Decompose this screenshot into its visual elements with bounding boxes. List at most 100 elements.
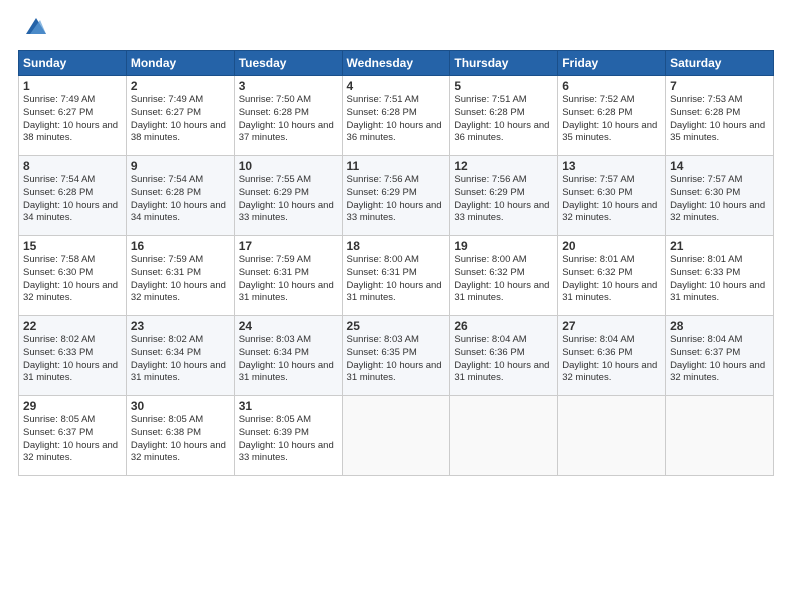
day-number: 17 xyxy=(239,239,338,253)
calendar-cell: 8Sunrise: 7:54 AMSunset: 6:28 PMDaylight… xyxy=(19,156,127,236)
day-number: 8 xyxy=(23,159,122,173)
calendar-header-row: SundayMondayTuesdayWednesdayThursdayFrid… xyxy=(19,51,774,76)
calendar-cell xyxy=(342,396,450,476)
day-info: Sunrise: 7:50 AMSunset: 6:28 PMDaylight:… xyxy=(239,94,338,145)
col-header-wednesday: Wednesday xyxy=(342,51,450,76)
day-info: Sunrise: 8:04 AMSunset: 6:37 PMDaylight:… xyxy=(670,334,769,385)
col-header-sunday: Sunday xyxy=(19,51,127,76)
calendar-cell: 21Sunrise: 8:01 AMSunset: 6:33 PMDayligh… xyxy=(666,236,774,316)
calendar-cell: 24Sunrise: 8:03 AMSunset: 6:34 PMDayligh… xyxy=(234,316,342,396)
calendar-cell: 2Sunrise: 7:49 AMSunset: 6:27 PMDaylight… xyxy=(126,76,234,156)
day-info: Sunrise: 8:05 AMSunset: 6:39 PMDaylight:… xyxy=(239,414,338,465)
col-header-thursday: Thursday xyxy=(450,51,558,76)
day-info: Sunrise: 7:53 AMSunset: 6:28 PMDaylight:… xyxy=(670,94,769,145)
day-number: 2 xyxy=(131,79,230,93)
day-number: 6 xyxy=(562,79,661,93)
day-info: Sunrise: 8:03 AMSunset: 6:34 PMDaylight:… xyxy=(239,334,338,385)
logo xyxy=(18,18,50,42)
day-info: Sunrise: 7:55 AMSunset: 6:29 PMDaylight:… xyxy=(239,174,338,225)
calendar-cell: 14Sunrise: 7:57 AMSunset: 6:30 PMDayligh… xyxy=(666,156,774,236)
calendar-cell: 23Sunrise: 8:02 AMSunset: 6:34 PMDayligh… xyxy=(126,316,234,396)
calendar-cell: 5Sunrise: 7:51 AMSunset: 6:28 PMDaylight… xyxy=(450,76,558,156)
calendar-cell xyxy=(558,396,666,476)
day-number: 19 xyxy=(454,239,553,253)
day-number: 13 xyxy=(562,159,661,173)
calendar-cell: 27Sunrise: 8:04 AMSunset: 6:36 PMDayligh… xyxy=(558,316,666,396)
page-container: SundayMondayTuesdayWednesdayThursdayFrid… xyxy=(0,0,792,612)
calendar-week-3: 15Sunrise: 7:58 AMSunset: 6:30 PMDayligh… xyxy=(19,236,774,316)
day-number: 23 xyxy=(131,319,230,333)
calendar-cell: 7Sunrise: 7:53 AMSunset: 6:28 PMDaylight… xyxy=(666,76,774,156)
day-info: Sunrise: 8:02 AMSunset: 6:33 PMDaylight:… xyxy=(23,334,122,385)
day-info: Sunrise: 7:49 AMSunset: 6:27 PMDaylight:… xyxy=(23,94,122,145)
calendar-cell: 20Sunrise: 8:01 AMSunset: 6:32 PMDayligh… xyxy=(558,236,666,316)
calendar-cell: 9Sunrise: 7:54 AMSunset: 6:28 PMDaylight… xyxy=(126,156,234,236)
day-number: 5 xyxy=(454,79,553,93)
day-info: Sunrise: 7:58 AMSunset: 6:30 PMDaylight:… xyxy=(23,254,122,305)
calendar-cell: 6Sunrise: 7:52 AMSunset: 6:28 PMDaylight… xyxy=(558,76,666,156)
day-number: 30 xyxy=(131,399,230,413)
col-header-tuesday: Tuesday xyxy=(234,51,342,76)
day-info: Sunrise: 7:54 AMSunset: 6:28 PMDaylight:… xyxy=(23,174,122,225)
day-number: 10 xyxy=(239,159,338,173)
day-info: Sunrise: 7:56 AMSunset: 6:29 PMDaylight:… xyxy=(347,174,446,225)
day-number: 18 xyxy=(347,239,446,253)
calendar-cell xyxy=(666,396,774,476)
day-info: Sunrise: 8:00 AMSunset: 6:32 PMDaylight:… xyxy=(454,254,553,305)
header xyxy=(18,18,774,42)
day-number: 1 xyxy=(23,79,122,93)
calendar-cell: 30Sunrise: 8:05 AMSunset: 6:38 PMDayligh… xyxy=(126,396,234,476)
day-number: 12 xyxy=(454,159,553,173)
day-info: Sunrise: 8:00 AMSunset: 6:31 PMDaylight:… xyxy=(347,254,446,305)
col-header-monday: Monday xyxy=(126,51,234,76)
day-number: 20 xyxy=(562,239,661,253)
calendar-cell: 22Sunrise: 8:02 AMSunset: 6:33 PMDayligh… xyxy=(19,316,127,396)
day-number: 9 xyxy=(131,159,230,173)
day-number: 15 xyxy=(23,239,122,253)
day-info: Sunrise: 7:59 AMSunset: 6:31 PMDaylight:… xyxy=(131,254,230,305)
day-number: 28 xyxy=(670,319,769,333)
calendar-cell: 13Sunrise: 7:57 AMSunset: 6:30 PMDayligh… xyxy=(558,156,666,236)
calendar-week-1: 1Sunrise: 7:49 AMSunset: 6:27 PMDaylight… xyxy=(19,76,774,156)
day-number: 7 xyxy=(670,79,769,93)
day-number: 29 xyxy=(23,399,122,413)
day-number: 3 xyxy=(239,79,338,93)
calendar-cell: 17Sunrise: 7:59 AMSunset: 6:31 PMDayligh… xyxy=(234,236,342,316)
col-header-friday: Friday xyxy=(558,51,666,76)
day-info: Sunrise: 7:52 AMSunset: 6:28 PMDaylight:… xyxy=(562,94,661,145)
day-info: Sunrise: 7:57 AMSunset: 6:30 PMDaylight:… xyxy=(562,174,661,225)
day-info: Sunrise: 8:01 AMSunset: 6:33 PMDaylight:… xyxy=(670,254,769,305)
calendar-cell xyxy=(450,396,558,476)
day-info: Sunrise: 8:05 AMSunset: 6:37 PMDaylight:… xyxy=(23,414,122,465)
calendar-cell: 16Sunrise: 7:59 AMSunset: 6:31 PMDayligh… xyxy=(126,236,234,316)
calendar-cell: 11Sunrise: 7:56 AMSunset: 6:29 PMDayligh… xyxy=(342,156,450,236)
col-header-saturday: Saturday xyxy=(666,51,774,76)
calendar-cell: 28Sunrise: 8:04 AMSunset: 6:37 PMDayligh… xyxy=(666,316,774,396)
day-number: 4 xyxy=(347,79,446,93)
day-info: Sunrise: 7:57 AMSunset: 6:30 PMDaylight:… xyxy=(670,174,769,225)
day-number: 25 xyxy=(347,319,446,333)
logo-icon xyxy=(20,12,50,42)
calendar-cell: 4Sunrise: 7:51 AMSunset: 6:28 PMDaylight… xyxy=(342,76,450,156)
day-info: Sunrise: 7:56 AMSunset: 6:29 PMDaylight:… xyxy=(454,174,553,225)
day-number: 24 xyxy=(239,319,338,333)
day-info: Sunrise: 7:59 AMSunset: 6:31 PMDaylight:… xyxy=(239,254,338,305)
day-number: 22 xyxy=(23,319,122,333)
calendar-cell: 25Sunrise: 8:03 AMSunset: 6:35 PMDayligh… xyxy=(342,316,450,396)
calendar-cell: 10Sunrise: 7:55 AMSunset: 6:29 PMDayligh… xyxy=(234,156,342,236)
day-number: 21 xyxy=(670,239,769,253)
day-number: 11 xyxy=(347,159,446,173)
day-info: Sunrise: 7:51 AMSunset: 6:28 PMDaylight:… xyxy=(454,94,553,145)
calendar-cell: 29Sunrise: 8:05 AMSunset: 6:37 PMDayligh… xyxy=(19,396,127,476)
calendar-week-5: 29Sunrise: 8:05 AMSunset: 6:37 PMDayligh… xyxy=(19,396,774,476)
day-number: 26 xyxy=(454,319,553,333)
calendar-cell: 1Sunrise: 7:49 AMSunset: 6:27 PMDaylight… xyxy=(19,76,127,156)
day-info: Sunrise: 8:04 AMSunset: 6:36 PMDaylight:… xyxy=(562,334,661,385)
calendar-cell: 15Sunrise: 7:58 AMSunset: 6:30 PMDayligh… xyxy=(19,236,127,316)
calendar-week-2: 8Sunrise: 7:54 AMSunset: 6:28 PMDaylight… xyxy=(19,156,774,236)
day-info: Sunrise: 8:02 AMSunset: 6:34 PMDaylight:… xyxy=(131,334,230,385)
calendar-cell: 3Sunrise: 7:50 AMSunset: 6:28 PMDaylight… xyxy=(234,76,342,156)
calendar-cell: 12Sunrise: 7:56 AMSunset: 6:29 PMDayligh… xyxy=(450,156,558,236)
calendar-table: SundayMondayTuesdayWednesdayThursdayFrid… xyxy=(18,50,774,476)
day-info: Sunrise: 7:54 AMSunset: 6:28 PMDaylight:… xyxy=(131,174,230,225)
